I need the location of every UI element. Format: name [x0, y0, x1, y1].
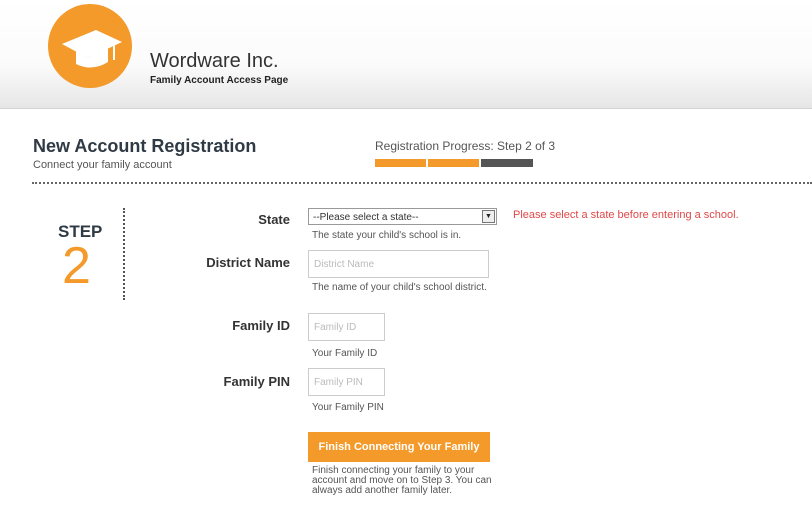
finish-connecting-button[interactable]: Finish Connecting Your Family — [308, 432, 490, 462]
family-id-help-text: Your Family ID — [312, 348, 378, 359]
page-subtitle: Family Account Access Page — [150, 75, 289, 86]
state-label: State — [258, 212, 290, 227]
page-subtitle-text: Connect your family account — [33, 159, 172, 171]
step-number: 2 — [62, 237, 91, 295]
progress-segment-3 — [481, 159, 533, 167]
page-header: Wordware Inc. Family Account Access Page — [0, 0, 812, 109]
family-id-input[interactable] — [308, 313, 385, 341]
chevron-down-icon[interactable]: ▼ — [482, 210, 495, 223]
graduation-cap-icon — [48, 4, 132, 88]
state-select[interactable]: --Please select a state-- ▼ — [308, 208, 497, 225]
section-divider — [32, 182, 812, 184]
family-id-label: Family ID — [232, 318, 290, 333]
page-title: New Account Registration — [33, 136, 257, 156]
state-help-text: The state your child's school is in. — [312, 230, 462, 241]
state-error-message: Please select a state before entering a … — [513, 209, 739, 221]
company-name: Wordware Inc. — [150, 50, 279, 72]
progress-label: Registration Progress: Step 2 of 3 — [375, 139, 556, 153]
family-pin-input[interactable] — [308, 368, 385, 396]
finish-help-text: Finish connecting your family to your ac… — [312, 465, 492, 496]
district-help-text: The name of your child's school district… — [312, 282, 487, 293]
progress-segment-2 — [428, 159, 479, 167]
district-name-input[interactable] — [308, 250, 489, 278]
progress-segment-1 — [375, 159, 426, 167]
step-divider — [123, 208, 125, 300]
state-select-value: --Please select a state-- — [313, 212, 419, 223]
district-name-label: District Name — [206, 255, 290, 270]
family-pin-label: Family PIN — [223, 374, 290, 389]
family-pin-help-text: Your Family PIN — [312, 402, 384, 413]
